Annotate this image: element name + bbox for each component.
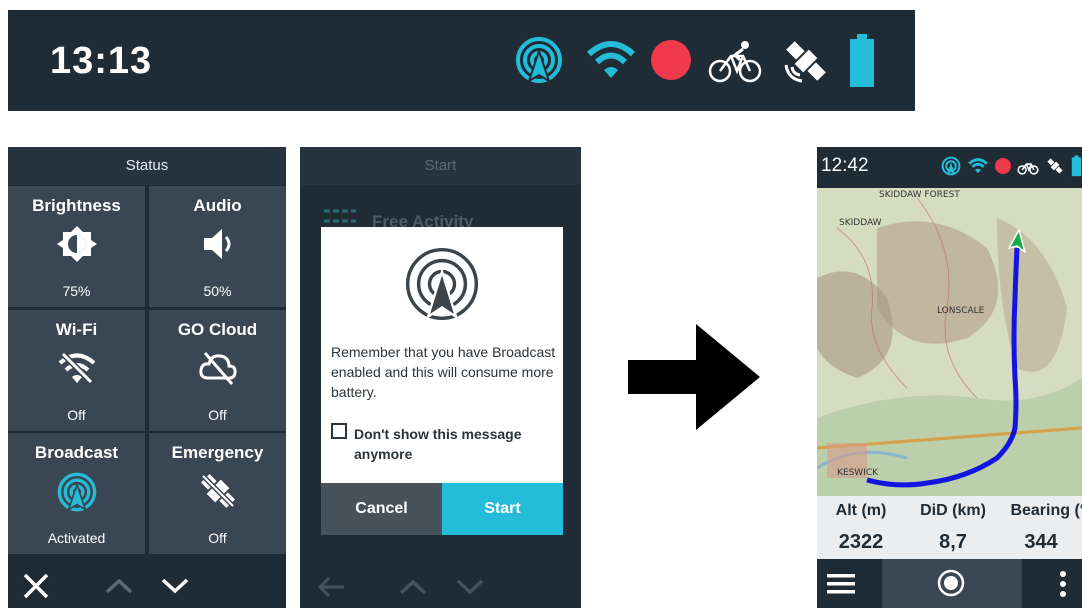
emergency-off-icon bbox=[200, 474, 235, 508]
dialog-message: Remember that you have Broadcast enabled… bbox=[331, 344, 556, 400]
chevron-up-icon[interactable] bbox=[398, 577, 428, 597]
panel-title: Status bbox=[8, 147, 286, 185]
status-panel: Status Brightness 75% Audio 50% Wi-Fi Of… bbox=[8, 147, 286, 608]
record-button-icon bbox=[937, 569, 965, 597]
chevron-down-icon[interactable] bbox=[160, 576, 190, 596]
chevron-down-icon[interactable] bbox=[455, 577, 485, 597]
wifi-tile[interactable]: Wi-Fi Off bbox=[8, 310, 145, 431]
dont-show-label[interactable]: Don't show this message anymore bbox=[354, 424, 554, 464]
panel-title: Start bbox=[300, 147, 581, 185]
tile-title: Broadcast bbox=[34, 443, 119, 462]
brightness-icon bbox=[56, 226, 97, 262]
alt-value: 2322 bbox=[838, 531, 884, 553]
brightness-tile[interactable]: Brightness 75% bbox=[8, 186, 145, 307]
alt-label: Alt (m) bbox=[835, 502, 887, 519]
broadcast-icon bbox=[941, 156, 961, 176]
clock: 12:42 bbox=[821, 155, 869, 176]
close-icon[interactable] bbox=[22, 572, 50, 600]
dont-show-checkbox[interactable] bbox=[331, 423, 347, 439]
topo-map[interactable]: SKIDDAW FOREST SKIDDAW LONSCALE KESWICK bbox=[817, 188, 1082, 496]
battery-icon[interactable] bbox=[848, 34, 876, 88]
broadcast-warning-dialog: Remember that you have Broadcast enabled… bbox=[321, 227, 563, 483]
tile-value: 50% bbox=[203, 283, 232, 299]
map-terrain bbox=[817, 188, 1082, 496]
cycling-icon[interactable] bbox=[707, 38, 763, 84]
tile-title: Brightness bbox=[32, 196, 121, 215]
chevron-up-icon[interactable] bbox=[104, 576, 134, 596]
start-button[interactable]: Start bbox=[442, 483, 563, 535]
map-label: LONSCALE bbox=[937, 306, 985, 316]
broadcast-icon[interactable] bbox=[514, 35, 564, 85]
go-cloud-tile[interactable]: GO Cloud Off bbox=[149, 310, 286, 431]
cancel-button[interactable]: Cancel bbox=[321, 483, 442, 535]
map-label: SKIDDAW bbox=[839, 218, 882, 228]
emergency-tile[interactable]: Emergency Off bbox=[149, 433, 286, 554]
broadcast-icon bbox=[57, 472, 96, 512]
wifi-icon bbox=[968, 158, 988, 174]
record-icon bbox=[995, 158, 1011, 174]
tile-title: Audio bbox=[193, 196, 242, 215]
tile-value: Off bbox=[208, 530, 227, 546]
bearing-value: 344 bbox=[1024, 531, 1058, 553]
map-label: SKIDDAW FOREST bbox=[879, 190, 960, 200]
satellite-icon bbox=[1047, 158, 1063, 174]
cycling-icon bbox=[1017, 163, 1039, 175]
free-activity-icon bbox=[324, 209, 356, 223]
map-label: KESWICK bbox=[837, 468, 879, 478]
broadcast-tile[interactable]: Broadcast Activated bbox=[8, 433, 145, 554]
wifi-icon[interactable] bbox=[586, 40, 636, 80]
wifi-off-icon bbox=[58, 351, 95, 385]
device-footer bbox=[817, 559, 1082, 608]
more-options-icon[interactable] bbox=[1059, 570, 1067, 598]
speaker-icon bbox=[203, 229, 230, 259]
tile-value: 75% bbox=[62, 283, 91, 299]
status-bar: 13:13 bbox=[8, 10, 915, 111]
satellite-icon[interactable] bbox=[780, 35, 832, 87]
tile-title: Wi-Fi bbox=[55, 320, 98, 339]
back-arrow-icon[interactable] bbox=[316, 575, 346, 599]
did-label: DiD (km) bbox=[920, 502, 986, 519]
record-icon[interactable] bbox=[650, 39, 692, 81]
device-screen: 12:42 SKIDDAW FOREST SKIDDAW LONSCALE KE… bbox=[817, 147, 1082, 608]
bearing-label: Bearing (°) bbox=[1010, 502, 1082, 519]
battery-icon bbox=[1071, 155, 1082, 177]
tile-title: GO Cloud bbox=[177, 320, 258, 339]
broadcast-icon bbox=[405, 247, 479, 321]
tile-value: Activated bbox=[47, 530, 106, 546]
tile-value: Off bbox=[67, 407, 86, 423]
arrow-right-icon bbox=[628, 324, 760, 430]
clock: 13:13 bbox=[50, 40, 153, 82]
audio-tile[interactable]: Audio 50% bbox=[149, 186, 286, 307]
menu-icon[interactable] bbox=[827, 573, 855, 595]
did-value: 8,7 bbox=[939, 531, 967, 553]
tile-title: Emergency bbox=[171, 443, 264, 462]
cloud-off-icon bbox=[198, 352, 237, 385]
data-fields: Alt (m) DiD (km) Bearing (°) 2322 8,7 34… bbox=[817, 496, 1082, 559]
tile-value: Off bbox=[208, 407, 227, 423]
